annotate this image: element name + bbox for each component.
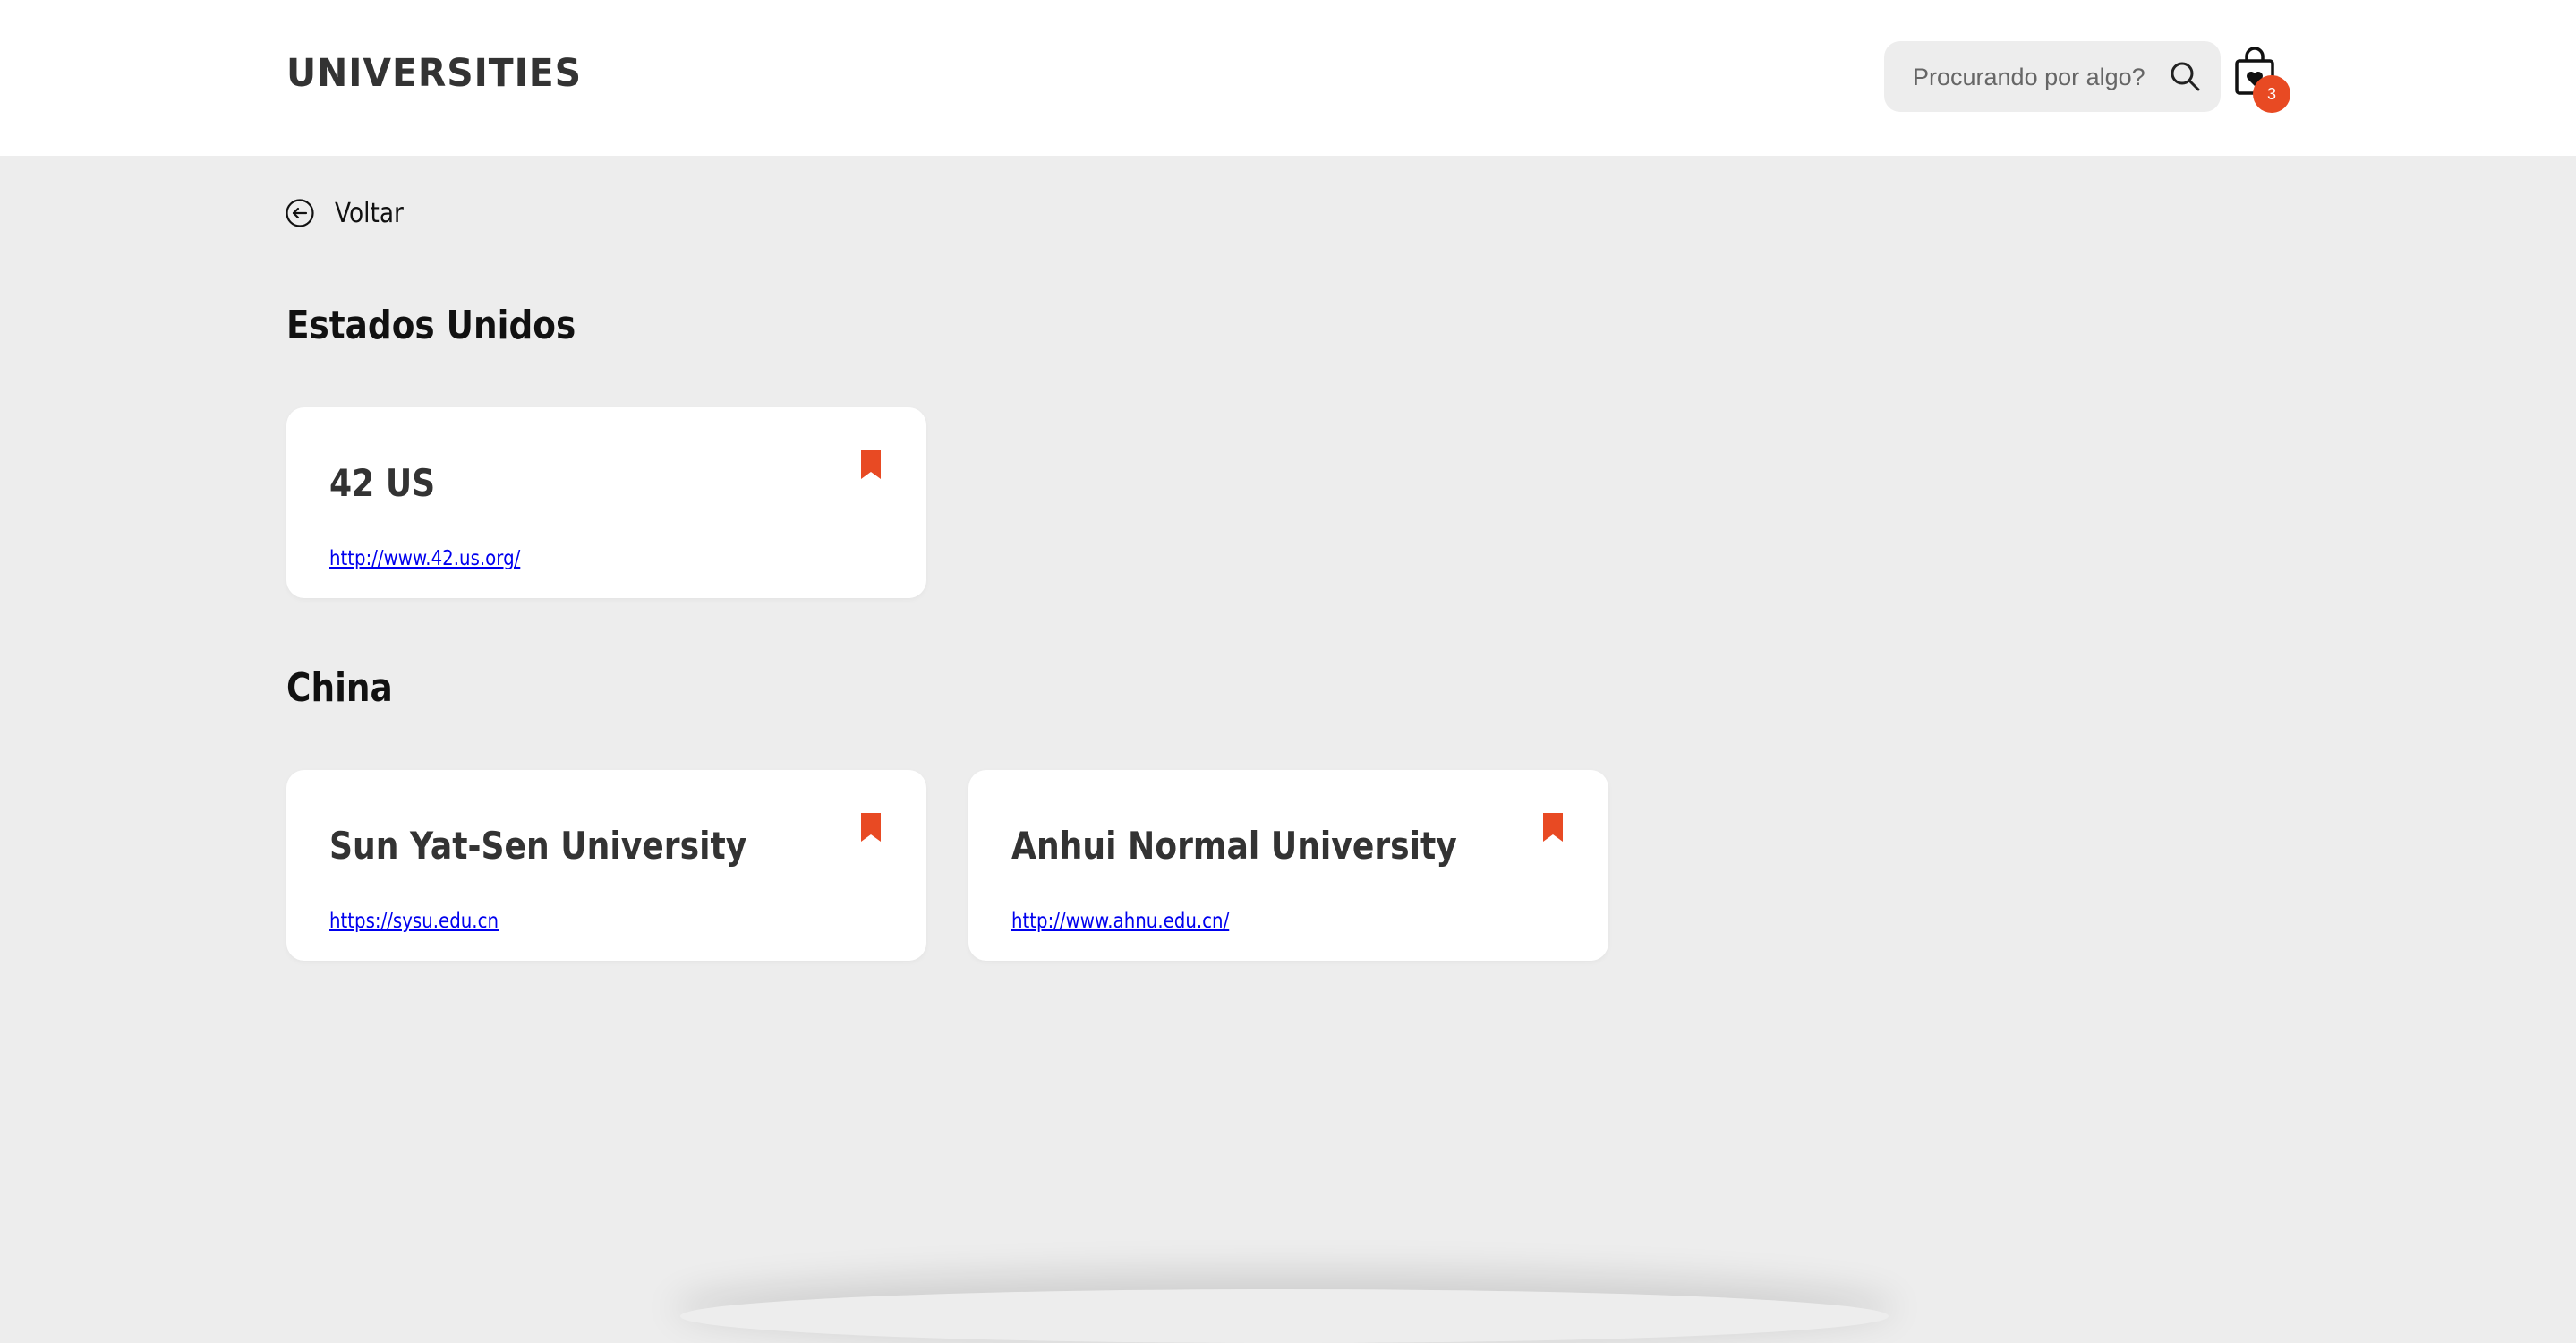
back-label: Voltar (335, 197, 404, 229)
cart-count-badge[interactable]: 3 (2253, 75, 2290, 113)
bookmark-icon[interactable] (859, 811, 883, 843)
bookmark-icon[interactable] (1541, 811, 1565, 843)
search-bar[interactable] (1884, 41, 2221, 112)
arrow-left-circle-icon (286, 199, 314, 227)
university-link[interactable]: http://www.42.us.org/ (329, 547, 520, 570)
bookmark-icon[interactable] (859, 449, 883, 481)
university-name: Anhui Normal University (1011, 824, 1457, 868)
search-input[interactable] (1913, 59, 2154, 95)
university-name: 42 US (329, 461, 436, 505)
section-title-china: China (286, 665, 393, 711)
university-name: Sun Yat-Sen University (329, 824, 747, 868)
header: UNIVERSITIES 3 (0, 0, 2576, 156)
university-link[interactable]: http://www.ahnu.edu.cn/ (1011, 910, 1229, 933)
university-card: Sun Yat-Sen University https://sysu.edu.… (286, 770, 926, 961)
logo[interactable]: UNIVERSITIES (286, 51, 582, 96)
section-title-estados-unidos: Estados Unidos (286, 303, 576, 348)
back-button[interactable]: Voltar (285, 195, 413, 231)
university-link[interactable]: https://sysu.edu.cn (329, 910, 499, 933)
footer-shadow (680, 1289, 1889, 1343)
university-card: 42 US http://www.42.us.org/ (286, 407, 926, 598)
university-card: Anhui Normal University http://www.ahnu.… (968, 770, 1608, 961)
search-icon[interactable] (2167, 58, 2203, 94)
